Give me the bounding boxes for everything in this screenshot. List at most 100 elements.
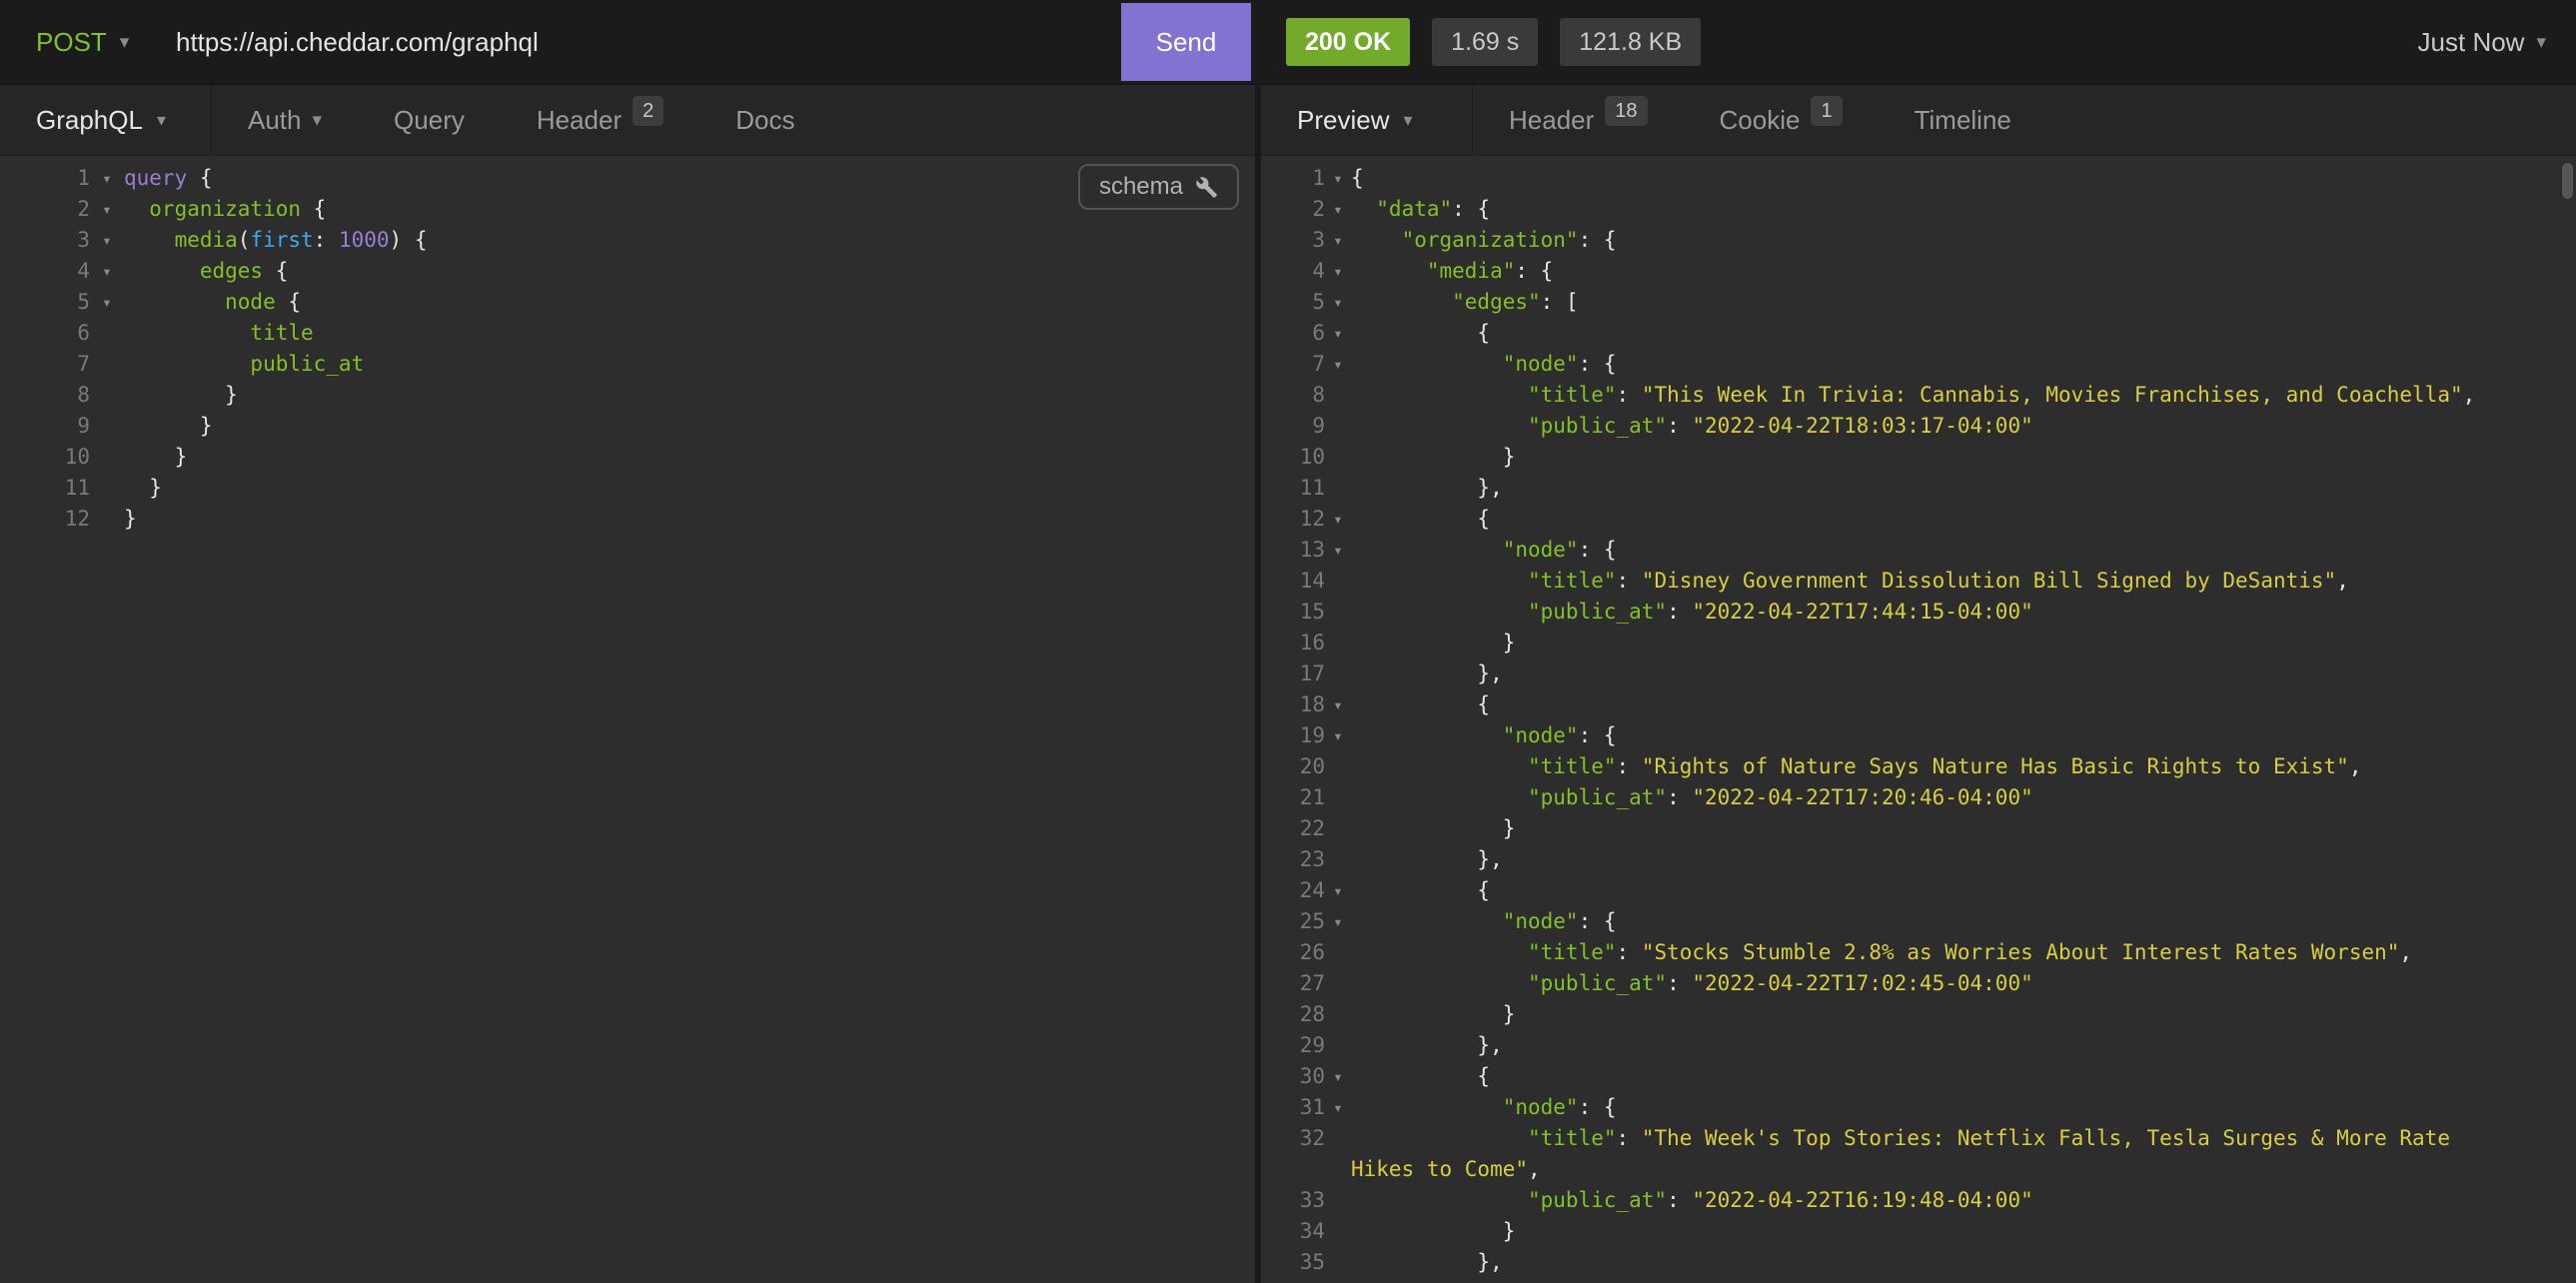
fold-spacer bbox=[1325, 442, 1351, 473]
fold-spacer bbox=[1325, 751, 1351, 782]
fold-toggle-icon[interactable]: ▾ bbox=[1325, 225, 1351, 256]
body-type-dropdown[interactable]: GraphQL ▾ bbox=[0, 85, 212, 155]
fold-toggle-icon[interactable]: ▾ bbox=[1325, 875, 1351, 906]
fold-toggle-icon[interactable]: ▾ bbox=[90, 256, 124, 287]
fold-toggle-icon[interactable]: ▾ bbox=[90, 287, 124, 318]
code-text: "title": "Stocks Stumble 2.8% as Worries… bbox=[1351, 937, 2412, 968]
url-input[interactable]: https://api.cheddar.com/graphql bbox=[176, 0, 539, 84]
tab-label: Auth bbox=[248, 105, 302, 136]
line-number: 27 bbox=[1275, 968, 1325, 999]
code-line: 20 "title": "Rights of Nature Says Natur… bbox=[1261, 751, 2576, 782]
fold-spacer bbox=[1325, 628, 1351, 658]
line-number: 16 bbox=[1275, 628, 1325, 658]
method-dropdown[interactable]: POST ▾ bbox=[36, 0, 129, 84]
code-line: 25▾ "node": { bbox=[1261, 906, 2576, 937]
fold-spacer bbox=[1325, 1154, 1351, 1185]
fold-toggle-icon[interactable]: ▾ bbox=[1325, 1092, 1351, 1123]
tab-auth[interactable]: Auth ▾ bbox=[212, 85, 358, 155]
code-line: 3▾ media(first: 1000) { bbox=[0, 225, 1255, 256]
line-number: 12 bbox=[1275, 504, 1325, 535]
code-line: 29 }, bbox=[1261, 1030, 2576, 1061]
code-text: }, bbox=[1351, 844, 1503, 875]
chevron-down-icon: ▾ bbox=[120, 31, 130, 54]
chevron-down-icon: ▾ bbox=[2536, 31, 2546, 54]
fold-spacer bbox=[1325, 411, 1351, 442]
line-number: 33 bbox=[1275, 1185, 1325, 1216]
chevron-down-icon: ▾ bbox=[157, 110, 166, 131]
code-line: 5▾ node { bbox=[0, 287, 1255, 318]
fold-spacer bbox=[90, 380, 124, 411]
fold-spacer bbox=[1325, 1123, 1351, 1154]
code-line: 15 "public_at": "2022-04-22T17:44:15-04:… bbox=[1261, 597, 2576, 628]
fold-spacer bbox=[1325, 1185, 1351, 1216]
header-count-badge: 2 bbox=[633, 96, 663, 126]
response-history-dropdown[interactable]: Just Now ▾ bbox=[2418, 0, 2546, 84]
code-line: 33 "public_at": "2022-04-22T16:19:48-04:… bbox=[1261, 1185, 2576, 1216]
fold-toggle-icon[interactable]: ▾ bbox=[1325, 318, 1351, 349]
line-number: 5 bbox=[1275, 287, 1325, 318]
fold-toggle-icon[interactable]: ▾ bbox=[1325, 256, 1351, 287]
code-text: } bbox=[1351, 999, 1515, 1030]
code-line: 18▾ { bbox=[1261, 689, 2576, 720]
fold-toggle-icon[interactable]: ▾ bbox=[1325, 504, 1351, 535]
tab-query[interactable]: Query bbox=[358, 85, 501, 155]
fold-toggle-icon[interactable]: ▾ bbox=[90, 163, 124, 194]
code-text: query { bbox=[124, 163, 213, 194]
fold-toggle-icon[interactable]: ▾ bbox=[1325, 349, 1351, 380]
line-number: 2 bbox=[1275, 194, 1325, 225]
line-number: 29 bbox=[1275, 1030, 1325, 1061]
fold-toggle-icon[interactable]: ▾ bbox=[1325, 1061, 1351, 1092]
schema-button[interactable]: schema bbox=[1078, 164, 1239, 210]
code-line: 36▾ { bbox=[1261, 1278, 2576, 1283]
line-number: 36 bbox=[1275, 1278, 1325, 1283]
fold-toggle-icon[interactable]: ▾ bbox=[1325, 689, 1351, 720]
line-number: 4 bbox=[20, 256, 90, 287]
graphql-query-editor[interactable]: schema 1▾query {2▾ organization {3▾ medi… bbox=[0, 156, 1255, 1283]
fold-toggle-icon[interactable]: ▾ bbox=[1325, 535, 1351, 566]
fold-spacer bbox=[1325, 1216, 1351, 1247]
line-number: 4 bbox=[1275, 256, 1325, 287]
line-number: 3 bbox=[1275, 225, 1325, 256]
fold-toggle-icon[interactable]: ▾ bbox=[90, 194, 124, 225]
line-number: 19 bbox=[1275, 720, 1325, 751]
response-json-viewer[interactable]: 1▾{2▾ "data": {3▾ "organization": {4▾ "m… bbox=[1261, 156, 2576, 1283]
scrollbar-thumb[interactable] bbox=[2562, 163, 2573, 199]
line-number: 8 bbox=[1275, 380, 1325, 411]
code-text: } bbox=[124, 411, 213, 442]
fold-toggle-icon[interactable]: ▾ bbox=[1325, 1278, 1351, 1283]
send-button[interactable]: Send bbox=[1121, 3, 1251, 81]
code-text: "public_at": "2022-04-22T16:19:48-04:00" bbox=[1351, 1185, 2033, 1216]
tab-timeline[interactable]: Timeline bbox=[1879, 85, 2047, 155]
code-line: 34 } bbox=[1261, 1216, 2576, 1247]
code-line: 7 public_at bbox=[0, 349, 1255, 380]
preview-mode-dropdown[interactable]: Preview ▾ bbox=[1261, 85, 1473, 155]
fold-toggle-icon[interactable]: ▾ bbox=[1325, 287, 1351, 318]
tab-cookie[interactable]: Cookie 1 bbox=[1684, 85, 1879, 155]
fold-spacer bbox=[1325, 380, 1351, 411]
fold-toggle-icon[interactable]: ▾ bbox=[1325, 720, 1351, 751]
cookie-count-badge: 1 bbox=[1811, 96, 1842, 126]
tab-response-header[interactable]: Header 18 bbox=[1473, 85, 1684, 155]
code-line: 23 }, bbox=[1261, 844, 2576, 875]
code-line: 31▾ "node": { bbox=[1261, 1092, 2576, 1123]
code-line: Hikes to Come", bbox=[1261, 1154, 2576, 1185]
code-text: "public_at": "2022-04-22T17:44:15-04:00" bbox=[1351, 597, 2033, 628]
line-number: 28 bbox=[1275, 999, 1325, 1030]
tab-label: Header bbox=[1509, 105, 1594, 136]
code-text: } bbox=[124, 504, 137, 535]
fold-toggle-icon[interactable]: ▾ bbox=[1325, 163, 1351, 194]
code-line: 12▾ { bbox=[1261, 504, 2576, 535]
fold-toggle-icon[interactable]: ▾ bbox=[1325, 194, 1351, 225]
fold-toggle-icon[interactable]: ▾ bbox=[90, 225, 124, 256]
tab-header[interactable]: Header 2 bbox=[501, 85, 699, 155]
code-line: 9 "public_at": "2022-04-22T18:03:17-04:0… bbox=[1261, 411, 2576, 442]
code-line: 26 "title": "Stocks Stumble 2.8% as Worr… bbox=[1261, 937, 2576, 968]
fold-spacer bbox=[1325, 999, 1351, 1030]
tab-docs[interactable]: Docs bbox=[699, 85, 830, 155]
code-text: } bbox=[124, 442, 187, 473]
line-number: 7 bbox=[1275, 349, 1325, 380]
code-line: 6 title bbox=[0, 318, 1255, 349]
fold-toggle-icon[interactable]: ▾ bbox=[1325, 906, 1351, 937]
fold-spacer bbox=[1325, 1247, 1351, 1278]
size-badge: 121.8 KB bbox=[1560, 18, 1701, 66]
